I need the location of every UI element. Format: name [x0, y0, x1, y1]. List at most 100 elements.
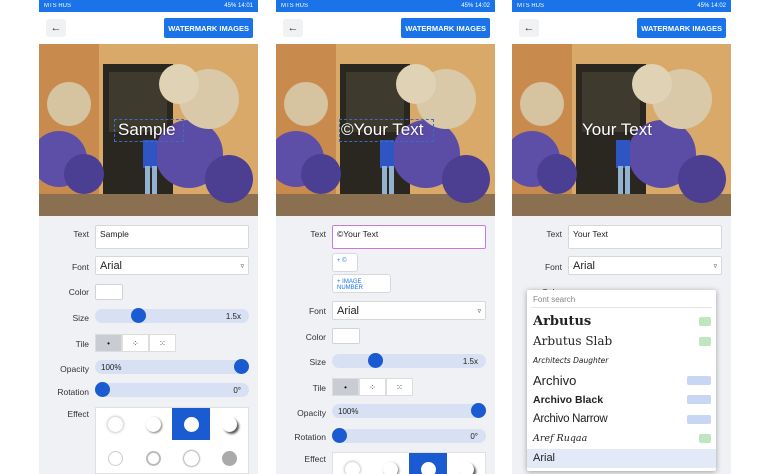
- phone-screen-3: MTS RUS 45% 14:02 ← WATERMARK IMAGES You…: [512, 0, 731, 474]
- photo-preview: Sample: [39, 44, 258, 216]
- effect-option[interactable]: [447, 453, 485, 474]
- effect-option[interactable]: [210, 408, 248, 440]
- size-slider[interactable]: 1.5x: [332, 353, 486, 368]
- phone-screen-2: MTS RUS 45% 14:02 ← WATERMARK IMAGES ©Yo…: [276, 0, 495, 474]
- top-bar: ← WATERMARK IMAGES: [39, 12, 258, 44]
- font-option-label: Architects Daughter: [533, 356, 609, 366]
- tile-single-option[interactable]: •: [332, 378, 359, 396]
- rotation-slider-knob[interactable]: [332, 428, 347, 443]
- opacity-slider[interactable]: 100%: [332, 403, 486, 418]
- effect-option[interactable]: [371, 453, 409, 474]
- size-slider-knob[interactable]: [368, 353, 383, 368]
- effect-option[interactable]: [134, 442, 172, 474]
- opacity-label: Opacity: [60, 364, 89, 374]
- font-option-archivo-black[interactable]: Archivo Black: [527, 390, 716, 410]
- tile-single-option[interactable]: •: [95, 334, 122, 352]
- tile-diagonal-option[interactable]: ⁙: [149, 334, 176, 352]
- watermark-images-button[interactable]: WATERMARK IMAGES: [637, 18, 726, 38]
- carrier-label: MTS RUS: [44, 3, 71, 9]
- color-swatch[interactable]: [332, 328, 360, 344]
- effect-option[interactable]: [333, 453, 371, 474]
- back-arrow-icon[interactable]: ←: [283, 19, 303, 37]
- size-slider[interactable]: 1.5x: [95, 308, 249, 323]
- watermark-images-button[interactable]: WATERMARK IMAGES: [401, 18, 490, 38]
- top-bar: ← WATERMARK IMAGES: [512, 12, 731, 44]
- effect-option-selected[interactable]: [172, 408, 210, 440]
- font-option-arbutus-slab[interactable]: Arbutus Slab: [527, 332, 716, 352]
- opacity-slider-knob[interactable]: [234, 359, 249, 374]
- rotation-slider[interactable]: 0°: [95, 382, 249, 397]
- font-option-archivo-narrow[interactable]: Archivo Narrow: [527, 410, 716, 430]
- font-option-aref-ruqaa[interactable]: Aref Ruqaa: [527, 429, 716, 449]
- font-option-label: Archivo Black: [533, 393, 604, 406]
- font-label: Font: [71, 262, 89, 272]
- chevron-down-icon: ▿: [713, 262, 717, 270]
- battery-level: 45%: [224, 3, 237, 9]
- color-swatch[interactable]: [95, 284, 123, 300]
- font-select[interactable]: Arial ▿: [332, 301, 486, 320]
- font-option-arbutus[interactable]: Arbutus: [527, 312, 716, 332]
- tile-diagonal-option[interactable]: ⁙: [386, 378, 413, 396]
- font-select[interactable]: Arial ▿: [95, 256, 249, 275]
- carrier-label: MTS RUS: [281, 3, 308, 9]
- tile-grid-option[interactable]: ⁘: [122, 334, 149, 352]
- font-option-architects-daughter[interactable]: Architects Daughter: [527, 351, 716, 371]
- tile-label: Tile: [312, 383, 326, 393]
- chevron-down-icon: ▿: [477, 307, 481, 315]
- font-option-archivo[interactable]: Archivo: [527, 371, 716, 391]
- font-option-label: Arbutus Slab: [533, 334, 613, 349]
- font-badge: [687, 375, 711, 385]
- effect-option[interactable]: [134, 408, 172, 440]
- font-badge: [699, 434, 711, 444]
- effect-option[interactable]: [96, 442, 134, 474]
- watermark-text-overlay[interactable]: Sample: [118, 120, 176, 140]
- size-label: Size: [309, 357, 326, 367]
- photo-preview: ©Your Text: [276, 44, 495, 216]
- font-label: Font: [544, 262, 562, 272]
- font-option-label: Arbutus: [533, 314, 592, 330]
- watermark-text-overlay[interactable]: Your Text: [582, 120, 652, 140]
- font-option-label: Archivo: [533, 372, 577, 388]
- rotation-label: Rotation: [294, 432, 326, 442]
- opacity-label: Opacity: [297, 408, 326, 418]
- rotation-slider-knob[interactable]: [95, 382, 110, 397]
- opacity-value: 100%: [101, 363, 122, 372]
- effect-label: Effect: [67, 409, 89, 419]
- text-label: Text: [73, 229, 89, 239]
- tile-grid-option[interactable]: ⁘: [359, 378, 386, 396]
- clock: 14:01: [237, 3, 253, 9]
- font-badge: [687, 414, 711, 424]
- watermark-images-button[interactable]: WATERMARK IMAGES: [164, 18, 253, 38]
- insert-image-number-button[interactable]: + IMAGE NUMBER: [332, 274, 391, 293]
- settings-form: Text Sample Font Arial ▿ Color Size 1.5x …: [39, 216, 258, 474]
- back-arrow-icon[interactable]: ←: [46, 19, 66, 37]
- font-search-input[interactable]: Font search: [531, 293, 712, 308]
- chevron-down-icon: ▿: [240, 262, 244, 270]
- opacity-slider-knob[interactable]: [471, 403, 486, 418]
- size-slider-knob[interactable]: [131, 308, 146, 323]
- color-label: Color: [68, 287, 89, 297]
- effect-option[interactable]: [96, 408, 134, 440]
- text-input[interactable]: Your Text: [568, 225, 722, 249]
- effect-option[interactable]: [210, 442, 248, 474]
- opacity-slider[interactable]: 100%: [95, 359, 249, 374]
- clock: 14:02: [474, 3, 490, 9]
- font-badge: [699, 317, 711, 327]
- insert-copyright-button[interactable]: + ©: [332, 253, 358, 272]
- tile-label: Tile: [75, 339, 89, 349]
- font-select-value: Arial: [100, 259, 123, 272]
- effect-option-selected[interactable]: [409, 453, 447, 474]
- top-bar: ← WATERMARK IMAGES: [276, 12, 495, 44]
- status-bar: MTS RUS 45% 14:02: [512, 0, 731, 12]
- effect-option[interactable]: [172, 442, 210, 474]
- rotation-slider[interactable]: 0°: [332, 428, 486, 443]
- text-input[interactable]: ©Your Text: [332, 225, 486, 249]
- font-option-arial[interactable]: Arial: [527, 448, 716, 468]
- size-value: 1.5x: [462, 357, 478, 366]
- font-select[interactable]: Arial ▿: [568, 256, 722, 275]
- font-option-label: Aref Ruqaa: [533, 433, 588, 445]
- text-input[interactable]: Sample: [95, 225, 249, 249]
- back-arrow-icon[interactable]: ←: [519, 19, 539, 37]
- rotation-value: 0°: [233, 386, 241, 395]
- watermark-text-overlay[interactable]: ©Your Text: [341, 120, 423, 140]
